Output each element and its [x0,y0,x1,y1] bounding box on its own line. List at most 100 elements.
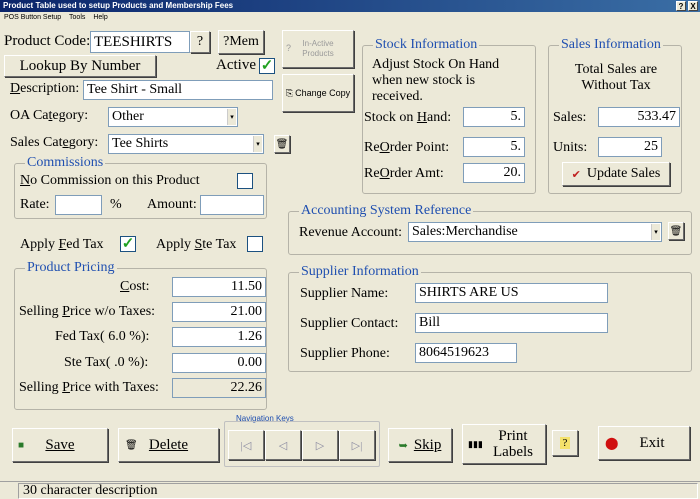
trash-icon: 🗑 [125,439,138,451]
sales-category-label: Sales Category: [10,135,99,150]
fed-tax-input[interactable]: 1.26 [172,327,266,347]
menu-pos-button-setup[interactable]: POS Button Setup [4,14,61,21]
sales-input[interactable]: 533.47 [598,107,680,127]
stock-on-hand-input[interactable]: 5. [463,107,525,127]
supplier-phone-input[interactable]: 8064519623 [415,343,517,363]
skip-button[interactable]: ➥ Skip [388,428,452,462]
menu-help[interactable]: Help [93,14,107,21]
delete-label: Delete [148,436,189,453]
status-message: 30 character description [18,483,698,499]
selling-price-with-label: Selling Price with Taxes: [19,380,159,395]
sales-category-select[interactable]: Tee Shirts ▾ [108,134,264,154]
sales-category-trash-button[interactable]: 🗑 [274,135,290,153]
update-icon: ✔ [571,168,581,181]
exit-label: Exit [639,434,665,451]
rate-label: Rate: [20,197,50,212]
chevron-down-icon[interactable]: ▾ [651,224,660,240]
ste-tax-label: Ste Tax( .0 %): [64,355,149,370]
nav-next-button[interactable]: ▷ [302,430,338,460]
product-code-input[interactable]: TEESHIRTS [90,31,190,53]
exit-icon: ⬤ [605,435,619,450]
selling-price-wo-label: Selling Price w/o Taxes: [19,304,156,319]
supplier-name-input[interactable]: SHIRTS ARE US [415,283,608,303]
nav-prev-button[interactable]: ◁ [265,430,301,460]
revenue-account-trash-button[interactable]: 🗑 [668,222,684,240]
active-label: Active [216,57,256,73]
skip-label: Skip [413,436,442,453]
apply-fed-tax-checkbox[interactable] [120,236,136,252]
help-button[interactable]: ? [552,430,578,456]
reorder-amt-input[interactable]: 20. [463,163,525,183]
revenue-account-value: Sales:Merchandise [412,224,518,239]
sales-category-value: Tee Shirts [112,136,169,151]
save-label: Save [45,436,75,453]
barcode-icon: ▮▮▮ [468,438,483,449]
product-help-button[interactable]: ? [190,31,210,53]
save-button[interactable]: ■ Save [12,428,108,462]
first-record-icon: |◁ [240,439,252,452]
lookup-by-number-button[interactable]: Lookup By Number [4,55,156,77]
reorder-amt-label: ReOrder Amt: [364,166,444,181]
commissions-legend: Commissions [25,155,106,171]
menu-bar: POS Button Setup Tools Help [0,12,700,23]
chevron-down-icon[interactable]: ▾ [227,109,236,125]
cost-label: Cost: [120,279,150,294]
inactive-label-line1: In-Active [302,39,334,48]
rate-input[interactable] [55,195,102,215]
update-sales-button[interactable]: ✔ Update Sales [562,162,670,186]
no-commission-checkbox[interactable] [237,173,253,189]
mem-button[interactable]: ?Mem [218,30,264,54]
product-pricing-legend: Product Pricing [25,260,117,276]
delete-button[interactable]: 🗑 Delete [118,428,219,462]
question-icon: ? [286,43,292,53]
description-input[interactable]: Tee Shirt - Small [83,80,273,100]
amount-label: Amount: [147,197,197,212]
oa-category-select[interactable]: Other ▾ [108,107,238,127]
status-bar: 30 character description [0,481,700,499]
skip-icon: ➥ [398,439,408,452]
nav-first-button[interactable]: |◁ [228,430,264,460]
nav-last-button[interactable]: ▷| [339,430,375,460]
revenue-account-label: Revenue Account: [299,225,403,240]
exit-button[interactable]: ⬤ Exit [598,426,690,460]
selling-price-with-value: 22.26 [172,378,266,398]
print-labels-label: Print Labels [493,428,533,460]
units-input[interactable]: 25 [598,137,662,157]
reorder-point-input[interactable]: 5. [463,137,525,157]
window-title: Product Table used to setup Products and… [3,1,234,10]
cost-input[interactable]: 11.50 [172,277,266,297]
print-labels-button[interactable]: ▮▮▮ Print Labels [462,424,546,464]
last-record-icon: ▷| [351,439,363,452]
save-icon: ■ [18,439,25,451]
supplier-phone-label: Supplier Phone: [300,346,390,361]
active-checkbox[interactable] [259,58,275,74]
change-copy-label: Change Copy [295,88,351,98]
description-label: Description: [10,81,80,96]
menu-tools[interactable]: Tools [69,14,85,21]
fed-tax-label: Fed Tax( 6.0 %): [55,329,150,344]
reorder-point-label: ReOrder Point: [364,140,450,155]
supplier-contact-input[interactable]: Bill [415,313,608,333]
supplier-name-label: Supplier Name: [300,286,389,301]
oa-category-label: OA Category: [10,108,89,123]
sales-information-legend: Sales Information [559,37,663,53]
stock-on-hand-label: Stock on Hand: [364,110,452,125]
supplier-contact-label: Supplier Contact: [300,316,399,331]
update-sales-label: Update Sales [586,166,661,181]
units-label: Units: [553,140,588,155]
apply-fed-tax-label: Apply Fed Tax [20,237,104,252]
amount-input[interactable] [200,195,264,215]
percent-sign: % [110,197,122,212]
close-window-button[interactable]: X [688,1,698,11]
help-icon: ? [559,437,571,449]
window-titlebar: Product Table used to setup Products and… [0,0,700,12]
ste-tax-input[interactable]: 0.00 [172,353,266,373]
change-copy-button[interactable]: ⎘ Change Copy [282,74,354,112]
sales-note: Total Sales are Without Tax [574,62,658,93]
apply-ste-tax-checkbox[interactable] [247,236,263,252]
help-window-button[interactable]: ? [676,1,686,11]
chevron-down-icon[interactable]: ▾ [253,136,262,152]
selling-price-wo-input[interactable]: 21.00 [172,302,266,322]
no-commission-label: No Commission on this Product [20,173,200,188]
revenue-account-select[interactable]: Sales:Merchandise ▾ [408,222,662,242]
